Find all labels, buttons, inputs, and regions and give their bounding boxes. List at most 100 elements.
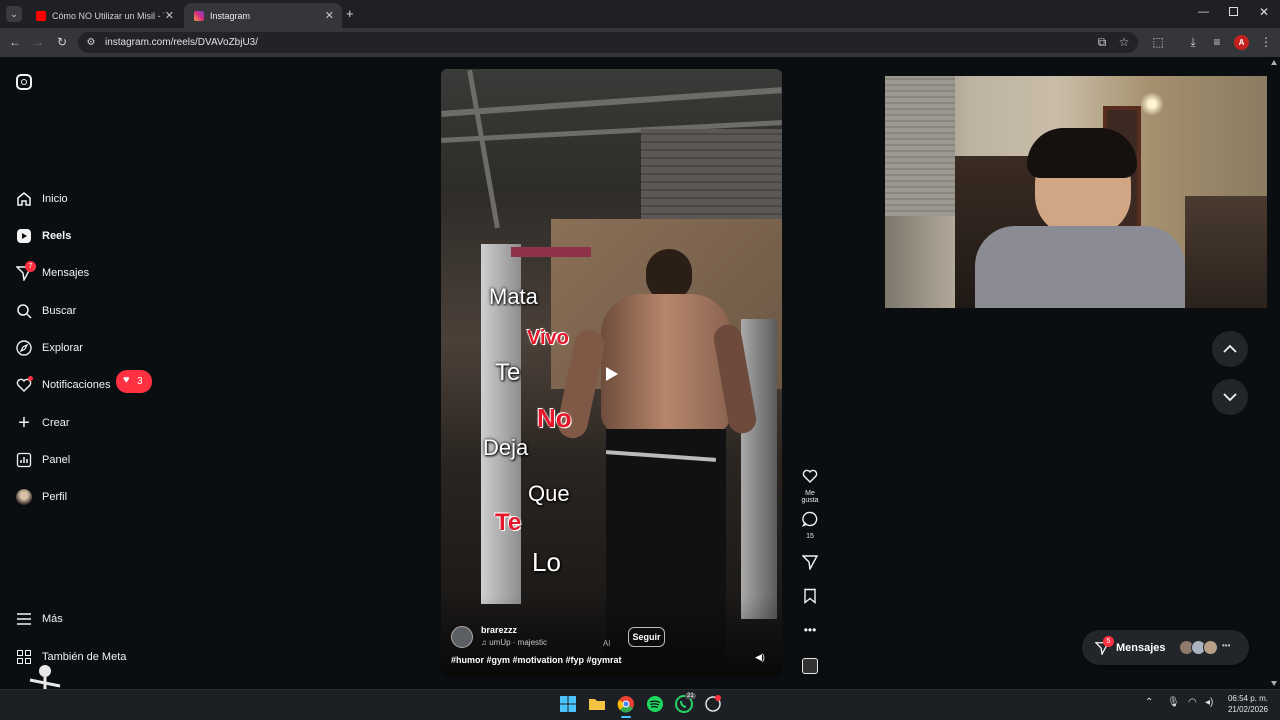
tab-instagram[interactable]: Instagram ✕ <box>184 3 342 28</box>
sidebar-item-perfil[interactable]: Perfil <box>15 486 67 508</box>
sidebar-item-notificaciones[interactable]: Notificaciones <box>15 374 110 396</box>
audio-thumbnail[interactable] <box>796 658 824 674</box>
avatar[interactable] <box>451 626 473 648</box>
bookmark-icon <box>804 588 816 604</box>
instagram-icon <box>194 10 204 21</box>
comment-button[interactable]: 15 <box>796 511 824 540</box>
instagram-logo-icon[interactable] <box>16 74 32 90</box>
caption-word: Que <box>528 481 570 506</box>
messages-pill-label: Mensajes <box>1116 642 1166 654</box>
previous-reel-button[interactable] <box>1212 331 1248 367</box>
like-button[interactable]: Me gusta <box>796 468 824 504</box>
music-note-icon: ♫ <box>481 638 490 647</box>
sidebar-item-label: Explorar <box>42 342 83 354</box>
notifications-pill[interactable]: ♥ 3 <box>116 370 152 393</box>
page-scrollbar[interactable] <box>1271 60 1277 686</box>
forward-icon[interactable]: → <box>30 34 46 50</box>
site-info-icon[interactable]: ⚙ <box>83 35 99 51</box>
close-icon[interactable]: ✕ <box>325 9 334 22</box>
sidebar-item-label: Reels <box>42 230 72 242</box>
heart-icon: ♥ <box>123 374 130 386</box>
messages-pill[interactable]: 5 Mensajes ••• <box>1082 630 1249 665</box>
tab-title: Cómo NO Utilizar un Misil - Yo <box>52 10 164 21</box>
install-app-icon[interactable]: ⧉ <box>1094 34 1110 50</box>
sidebar-item-explorar[interactable]: Explorar <box>15 337 83 359</box>
bookmark-star-icon[interactable]: ☆ <box>1116 34 1132 50</box>
speaker-icon[interactable]: ◂) <box>1205 697 1213 708</box>
profile-avatar[interactable]: A <box>1234 35 1249 50</box>
chevron-up-icon <box>1223 344 1237 353</box>
extensions-icon[interactable]: ⬚ <box>1150 34 1166 50</box>
chrome-icon[interactable] <box>615 693 637 715</box>
sidebar-item-label: Más <box>42 613 63 625</box>
chevron-up-icon[interactable]: ⌃ <box>1145 697 1153 708</box>
restore-button[interactable] <box>1229 7 1238 16</box>
tab-search-button[interactable]: ⌄ <box>6 6 22 22</box>
next-reel-button[interactable] <box>1212 379 1248 415</box>
more-options-button[interactable]: ••• <box>796 624 824 636</box>
play-icon[interactable] <box>602 365 620 383</box>
ad-label: Al <box>603 639 611 648</box>
scroll-down-arrow[interactable] <box>1271 681 1277 686</box>
reel-video[interactable]: Mata Vivo Te No Deja Que Te Lo brarezzz … <box>441 69 782 676</box>
like-label: Me gusta <box>801 490 819 504</box>
home-icon <box>15 190 33 208</box>
file-explorer-icon[interactable] <box>586 693 608 715</box>
webcam-person-sweater <box>975 226 1185 308</box>
back-icon[interactable]: ← <box>7 34 23 50</box>
chart-icon <box>15 451 33 469</box>
audio-track-label: umUp · majestic <box>489 638 548 647</box>
ceiling-beam <box>441 87 782 117</box>
sidebar-item-reels[interactable]: Reels <box>15 225 71 247</box>
heart-icon <box>802 469 818 483</box>
spotify-icon[interactable] <box>644 693 666 715</box>
caption-word: No <box>537 403 572 433</box>
windows-taskbar <box>0 689 1280 720</box>
send-icon <box>801 555 819 572</box>
sidebar-item-inicio[interactable]: Inicio <box>15 188 68 210</box>
download-icon[interactable]: ⤓ <box>1185 34 1201 50</box>
webcam-overlay <box>885 76 1267 308</box>
gym-machine <box>511 247 591 257</box>
minimize-button[interactable]: — <box>1198 6 1209 18</box>
clock-date[interactable]: 21/02/2026 <box>1224 705 1268 714</box>
menu-icon <box>15 610 33 628</box>
sidebar-item-mensajes[interactable]: 7 Mensajes <box>15 261 89 284</box>
audio-track[interactable]: ♫ umUp · majestic <box>481 638 547 647</box>
app-icon[interactable] <box>702 693 724 715</box>
reload-icon[interactable]: ↻ <box>54 34 70 50</box>
new-tab-button[interactable]: + <box>346 6 354 21</box>
save-button[interactable] <box>796 588 824 609</box>
reel-hashtags[interactable]: #humor #gym #motivation #fyp #gymrat <box>451 655 622 665</box>
close-window-button[interactable]: ✕ <box>1259 5 1269 19</box>
windows-start-icon[interactable] <box>557 693 579 715</box>
messages-pill-badge: 5 <box>1103 636 1114 647</box>
tab-youtube[interactable]: Cómo NO Utilizar un Misil - Yo ✕ <box>26 3 182 28</box>
url-text: instagram.com/reels/DVAVoZbjU3/ <box>105 37 259 48</box>
follow-button[interactable]: Seguir <box>628 627 665 647</box>
plus-icon: + <box>18 411 30 434</box>
sidebar-item-buscar[interactable]: Buscar <box>15 300 76 322</box>
microphone-icon[interactable]: 🎙 <box>1167 697 1180 708</box>
share-button[interactable] <box>796 554 824 575</box>
room-clutter <box>1185 196 1267 308</box>
sidebar-item-panel[interactable]: Panel <box>15 449 70 471</box>
reel-username[interactable]: brarezzz <box>481 625 517 635</box>
scroll-up-arrow[interactable] <box>1271 60 1277 65</box>
wifi-icon[interactable]: ◠ <box>1188 697 1197 708</box>
volume-icon[interactable]: ◀) <box>755 652 765 663</box>
sidebar-item-label: Buscar <box>42 305 77 317</box>
sidebar-item-crear[interactable]: + Crear <box>15 411 69 434</box>
comments-count: 15 <box>806 533 814 540</box>
media-control-icon[interactable]: ≡ <box>1209 34 1225 50</box>
sidebar-item-mas[interactable]: Más <box>15 608 63 630</box>
avatar <box>1203 640 1218 655</box>
messages-badge: 7 <box>25 261 36 272</box>
close-icon[interactable]: ✕ <box>165 9 174 22</box>
compass-icon <box>15 339 33 357</box>
ceiling-beam <box>467 69 500 229</box>
caption-word: Vivo <box>527 327 569 349</box>
kebab-menu-icon[interactable]: ⋮ <box>1258 34 1274 50</box>
clock-time[interactable]: 06:54 p. m. <box>1226 694 1268 703</box>
whatsapp-icon[interactable]: 21 <box>673 693 696 715</box>
